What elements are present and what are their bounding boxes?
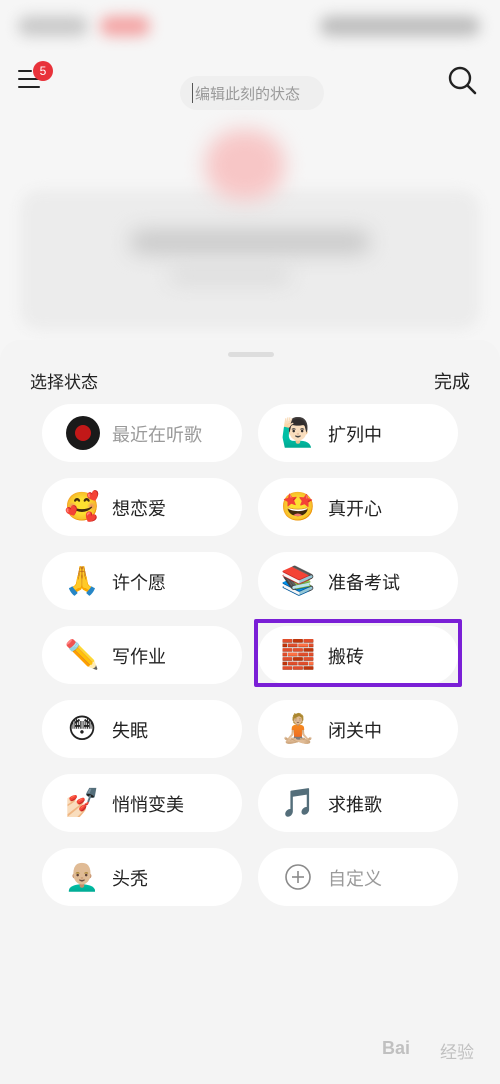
search-icon	[448, 66, 477, 95]
status-bar	[0, 0, 500, 50]
menu-icon-line	[18, 86, 40, 88]
status-option-want-love[interactable]: 🥰 想恋爱	[42, 478, 242, 536]
profile-name-blur	[130, 230, 370, 254]
person-raising-hand-icon: 🙋🏻‍♂️	[280, 416, 316, 449]
status-option-exam-prep[interactable]: 📚 准备考试	[258, 552, 458, 610]
watermark: Bai 经验	[382, 1034, 482, 1066]
status-option-custom[interactable]: 自定义	[258, 848, 458, 906]
status-bar-blur-center	[100, 16, 150, 36]
star-struck-icon: 🤩	[280, 490, 316, 523]
status-option-happy[interactable]: 🤩 真开心	[258, 478, 458, 536]
status-option-bald[interactable]: 👨🏼‍🦲 头秃	[42, 848, 242, 906]
status-option-label: 扩列中	[328, 425, 382, 446]
status-option-label: 许个愿	[112, 573, 166, 594]
menu-icon	[18, 70, 32, 72]
status-option-label: 求推歌	[328, 795, 382, 816]
status-option-insomnia[interactable]: 😳 失眠	[42, 700, 242, 758]
watermark-brand: Bai	[382, 1038, 411, 1058]
person-lotus-position-icon: 🧘🏼	[280, 712, 316, 745]
status-option-label: 准备考试	[328, 573, 400, 594]
status-option-label: 最近在听歌	[112, 425, 202, 446]
musical-note-icon: 🎵	[280, 786, 316, 819]
brick-icon: 🧱	[280, 638, 316, 671]
watermark-suffix: 经验	[440, 1043, 474, 1063]
sheet-title: 选择状态	[30, 373, 98, 393]
folded-hands-icon: 🙏	[64, 564, 100, 597]
status-option-label: 闭关中	[328, 721, 382, 742]
status-option-label: 搬砖	[328, 647, 364, 668]
status-option-listening[interactable]: 最近在听歌	[42, 404, 242, 462]
status-option-working[interactable]: 🧱 搬砖	[258, 626, 458, 684]
pencil-icon: ✏️	[64, 638, 100, 671]
status-picker-sheet: 选择状态 完成 最近在听歌 🙋🏻‍♂️ 扩列中 🥰 想恋爱 🤩 真开心 🙏 许个…	[0, 340, 500, 1084]
status-option-retreat[interactable]: 🧘🏼 闭关中	[258, 700, 458, 758]
status-input-placeholder: 编辑此刻的状态	[195, 84, 301, 103]
status-option-label: 自定义	[328, 869, 382, 890]
status-option-song-request[interactable]: 🎵 求推歌	[258, 774, 458, 832]
notification-badge: 5	[33, 61, 53, 81]
record-icon	[66, 416, 100, 450]
smiling-face-with-hearts-icon: 🥰	[64, 490, 100, 523]
text-caret	[192, 83, 193, 103]
status-option-label: 想恋爱	[112, 499, 166, 520]
status-option-homework[interactable]: ✏️ 写作业	[42, 626, 242, 684]
status-option-label: 写作业	[112, 647, 166, 668]
plus-circle-icon	[285, 864, 311, 890]
sheet-drag-handle[interactable]	[228, 352, 274, 357]
status-option-label: 失眠	[112, 721, 148, 742]
avatar	[205, 130, 285, 200]
search-button[interactable]	[446, 64, 478, 96]
status-bar-blur-right	[320, 16, 480, 36]
profile-card-blur	[20, 190, 480, 330]
done-button[interactable]: 完成	[434, 368, 470, 394]
status-option-label: 头秃	[112, 869, 148, 890]
profile-sub-blur	[170, 270, 290, 282]
flushed-face-icon: 😳	[67, 712, 97, 745]
status-option-expand-friends[interactable]: 🙋🏻‍♂️ 扩列中	[258, 404, 458, 462]
nail-polish-icon: 💅🏻	[64, 786, 100, 819]
status-bar-blur-left	[18, 16, 88, 36]
status-option-make-wish[interactable]: 🙏 许个愿	[42, 552, 242, 610]
profile-area-blurred	[0, 120, 500, 330]
status-input[interactable]: 编辑此刻的状态	[180, 76, 324, 110]
status-option-glow-up[interactable]: 💅🏻 悄悄变美	[42, 774, 242, 832]
status-option-label: 真开心	[328, 499, 382, 520]
status-option-label: 悄悄变美	[112, 795, 184, 816]
bald-man-icon: 👨🏼‍🦲	[64, 860, 100, 893]
books-icon: 📚	[280, 564, 316, 597]
